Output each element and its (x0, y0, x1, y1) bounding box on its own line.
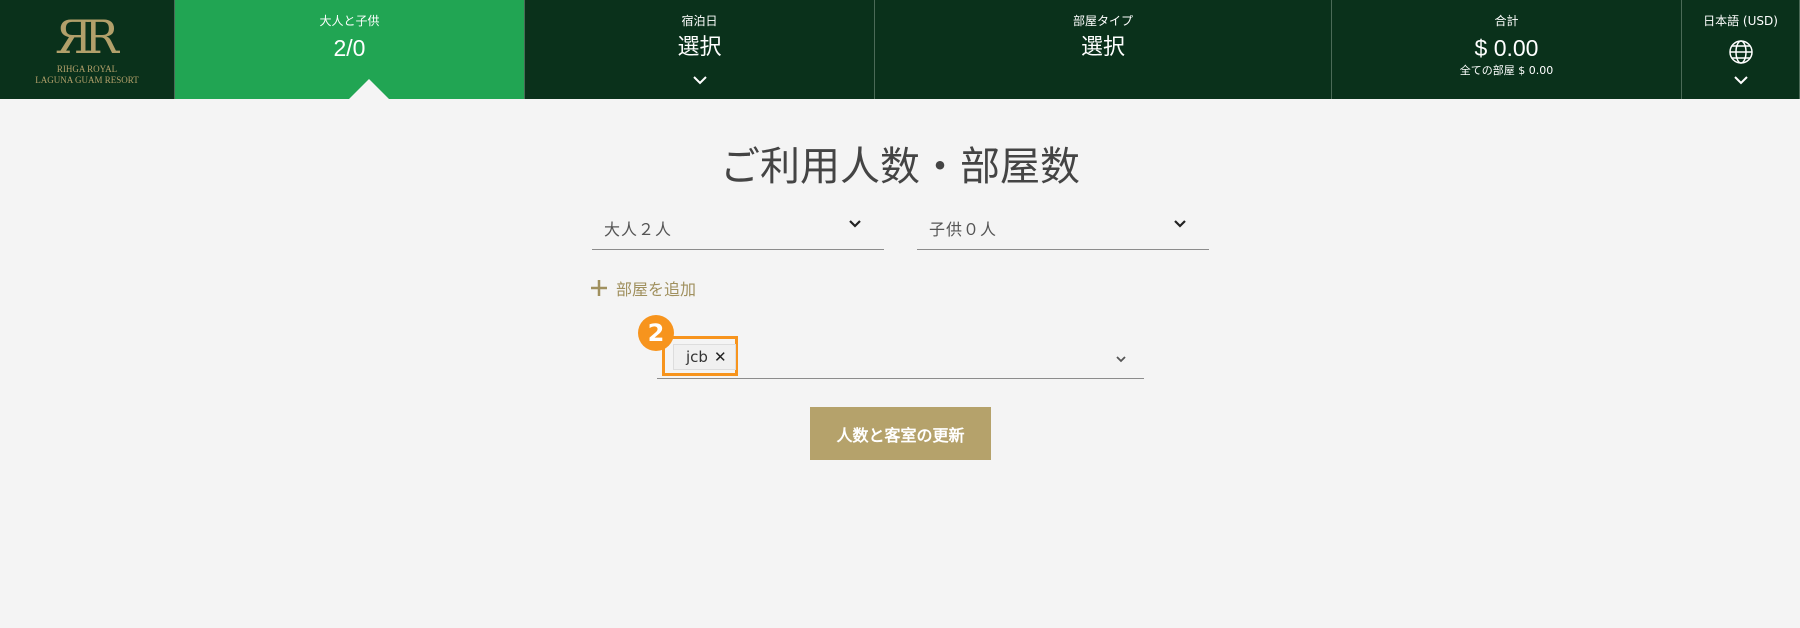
adults-select-value: 大人２人 (604, 220, 673, 239)
chevron-down-icon (1174, 220, 1186, 228)
nav-room-type-label: 部屋タイプ (1072, 14, 1133, 28)
chevron-down-icon (849, 220, 861, 228)
logo-line-2: LAGUNA GUAM RESORT (35, 74, 139, 85)
children-select-value: 子供０人 (929, 220, 998, 239)
nav-total-label: 合計 (1494, 14, 1519, 28)
chevron-down-icon[interactable] (1114, 352, 1128, 366)
chevron-down-icon (692, 76, 707, 85)
selected-card-tag: jcb ✕ (673, 344, 736, 370)
nav-tab-room-type[interactable]: 部屋タイプ 選択 (875, 0, 1332, 99)
nav-tab-total[interactable]: 合計 $ 0.00 全ての部屋 $ 0.00 (1332, 0, 1682, 99)
selected-card-tag-label: jcb (686, 348, 708, 366)
adults-select[interactable]: 大人２人 (592, 200, 884, 250)
nav-total-value: $ 0.00 (1474, 35, 1539, 61)
add-room-button[interactable]: 部屋を追加 (590, 276, 696, 300)
nav-guests-label: 大人と子供 (319, 14, 380, 28)
nav-room-type-value: 選択 (1080, 35, 1125, 60)
logo-line-1: RIHGA ROYAL (56, 63, 118, 74)
nav-dates-label: 宿泊日 (681, 14, 718, 28)
hotel-logo[interactable]: ЯR RIHGA ROYAL LAGUNA GUAM RESORT (0, 0, 175, 99)
update-guests-rooms-button[interactable]: 人数と客室の更新 (810, 407, 991, 460)
nav-language-label: 日本語 (USD) (1703, 14, 1778, 28)
active-tab-caret (349, 79, 389, 99)
top-navigation-bar: ЯR RIHGA ROYAL LAGUNA GUAM RESORT 大人と子供 … (0, 0, 1800, 99)
globe-icon (1728, 40, 1753, 64)
children-select[interactable]: 子供０人 (917, 200, 1209, 250)
plus-icon (591, 280, 607, 296)
nav-tab-dates[interactable]: 宿泊日 選択 (525, 0, 875, 99)
page-title: ご利用人数・部屋数 (720, 143, 1080, 190)
chevron-down-icon (1733, 76, 1748, 85)
step-number-badge: 2 (638, 315, 674, 351)
nav-language-selector[interactable]: 日本語 (USD) (1682, 0, 1800, 99)
rr-logo-icon: ЯR (55, 9, 119, 64)
nav-guests-value: 2/0 (333, 35, 366, 61)
remove-tag-icon[interactable]: ✕ (714, 348, 727, 366)
nav-total-sub: 全ての部屋 $ 0.00 (1459, 64, 1554, 77)
add-room-label: 部屋を追加 (616, 280, 697, 299)
nav-dates-value: 選択 (677, 35, 722, 60)
